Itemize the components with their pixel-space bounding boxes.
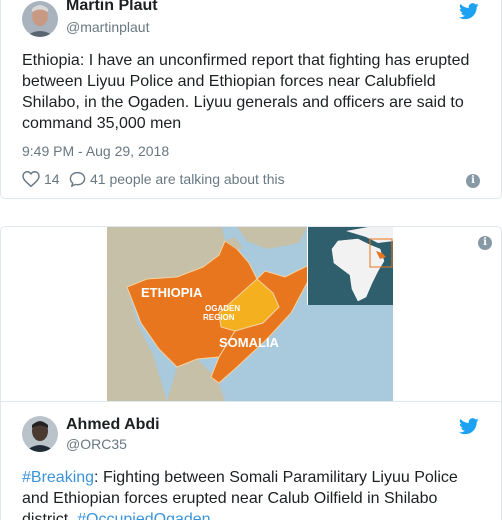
divider [1,401,501,402]
replies-action[interactable]: 41 people are talking about this [69,171,285,187]
avatar[interactable] [22,1,58,37]
replies-label: 41 people are talking about this [90,171,285,187]
tweet-text: Ethiopia: I have an unconfirmed report t… [22,52,470,132]
author-name[interactable]: Ahmed Abdi [66,416,160,434]
ethiopia-label: ETHIOPIA [141,285,203,300]
tweet-media-map[interactable]: ETHIOPIA OGADEN REGION SOMALIA [107,227,393,401]
heart-icon [22,171,40,187]
twitter-bird-icon[interactable] [459,418,479,435]
embedded-tweet-ahmed-abdi: i ETHIOPIA OGADEN REGION SOMALIA Ahmed A… [0,226,502,520]
ogaden-label-line2: REGION [203,313,235,322]
author-name[interactable]: Martin Plaut [66,0,158,15]
hashtag-occupied-ogaden-link[interactable]: #OccupiedOgaden [77,511,210,520]
avatar-image [22,1,58,37]
speech-bubble-icon [69,171,86,187]
africa-inset-icon [308,227,393,305]
ogaden-label-line1: OGADEN [205,304,240,313]
tweet-text: #Breaking: Fighting between Somali Param… [22,467,472,520]
like-action[interactable]: 14 [22,171,60,187]
somalia-label: SOMALIA [219,335,280,350]
inset-locator-map [307,227,393,305]
avatar[interactable] [22,416,58,452]
info-icon[interactable]: i [466,174,480,188]
embedded-tweet-martin-plaut: Martin Plaut @martinplaut Ethiopia: I ha… [0,0,502,199]
avatar-image [22,416,58,452]
author-handle[interactable]: @martinplaut [66,19,149,35]
tweet-timestamp[interactable]: 9:49 PM - Aug 29, 2018 [22,143,169,159]
info-icon[interactable]: i [478,236,492,250]
like-count: 14 [44,171,60,187]
hashtag-breaking-link[interactable]: #Breaking [22,469,94,486]
twitter-bird-icon[interactable] [459,3,479,20]
author-handle[interactable]: @ORC35 [66,436,127,452]
